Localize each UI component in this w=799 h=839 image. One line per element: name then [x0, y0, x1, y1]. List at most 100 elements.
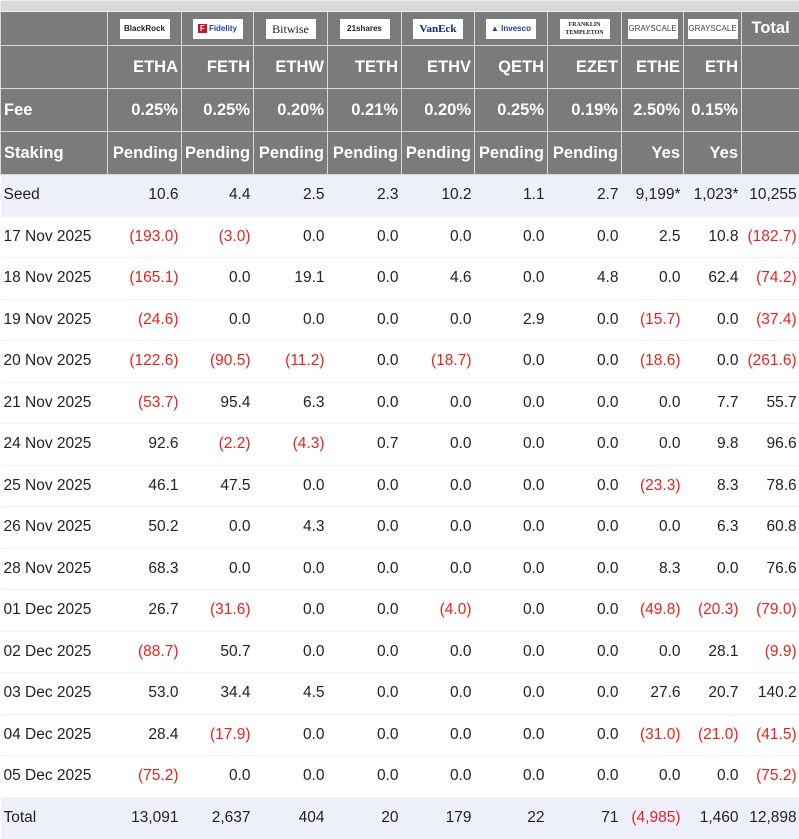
- flow-cell: 0.0: [328, 465, 402, 507]
- flow-cell: (23.3): [622, 465, 684, 507]
- total-header: Total: [742, 12, 799, 46]
- flow-cell: 0.0: [328, 382, 402, 424]
- flow-cell: 0.0: [622, 258, 684, 300]
- flow-cell: 6.3: [254, 382, 328, 424]
- flow-cell: 0.0: [684, 341, 742, 383]
- flow-cell: 2.5: [622, 216, 684, 258]
- table-row: 28 Nov 202568.30.00.00.00.00.00.08.30.07…: [1, 548, 799, 590]
- fee-cell: 0.20%: [254, 89, 328, 132]
- fee-cell: 0.25%: [475, 89, 548, 132]
- flow-cell: 9,199*: [622, 175, 684, 217]
- row-total-cell: (79.0): [742, 590, 799, 632]
- ticker-row: ETHAFETHETHWTETHETHVQETHEZETETHEETH: [1, 46, 799, 89]
- grayscale-logo: GRAYSCALE: [628, 19, 678, 39]
- total-header-blank: [742, 132, 799, 175]
- flow-cell: 46.1: [108, 465, 182, 507]
- flow-cell: (21.0): [684, 714, 742, 756]
- row-label: 24 Nov 2025: [1, 424, 108, 466]
- table-row: 24 Nov 202592.6(2.2)(4.3)0.70.00.00.00.0…: [1, 424, 799, 466]
- flow-cell: 28.4: [108, 714, 182, 756]
- flow-cell: 71: [548, 797, 622, 839]
- row-total-cell: 10,255: [742, 175, 799, 217]
- flow-cell: 2,637: [182, 797, 254, 839]
- row-label: 28 Nov 2025: [1, 548, 108, 590]
- row-label: 03 Dec 2025: [1, 673, 108, 715]
- fee-row: Fee0.25%0.25%0.20%0.21%0.20%0.25%0.19%2.…: [1, 89, 799, 132]
- row-label: 17 Nov 2025: [1, 216, 108, 258]
- flow-cell: 0.0: [402, 673, 475, 715]
- flow-cell: 404: [254, 797, 328, 839]
- flow-cell: 1,023*: [684, 175, 742, 217]
- flow-cell: (17.9): [182, 714, 254, 756]
- table-row: 04 Dec 202528.4(17.9)0.00.00.00.00.0(31.…: [1, 714, 799, 756]
- flow-cell: (31.6): [182, 590, 254, 632]
- row-label: 04 Dec 2025: [1, 714, 108, 756]
- row-label: 01 Dec 2025: [1, 590, 108, 632]
- flow-cell: (11.2): [254, 341, 328, 383]
- flow-cell: 0.0: [622, 631, 684, 673]
- flow-cell: 0.0: [622, 756, 684, 798]
- eth-etf-flows-table: BlackRock FFidelity Bitwise 21shares Van…: [0, 0, 799, 839]
- flow-cell: 2.9: [475, 299, 548, 341]
- flow-cell: 2.3: [328, 175, 402, 217]
- staking-row: StakingPendingPendingPendingPendingPendi…: [1, 132, 799, 175]
- flow-cell: 0.0: [548, 507, 622, 549]
- row-total-cell: 78.6: [742, 465, 799, 507]
- flow-cell: (165.1): [108, 258, 182, 300]
- flow-cell: 0.0: [475, 507, 548, 549]
- flow-cell: 1,460: [684, 797, 742, 839]
- flow-cell: 0.0: [475, 382, 548, 424]
- flow-cell: 0.0: [182, 507, 254, 549]
- row-total-cell: (41.5): [742, 714, 799, 756]
- flow-cell: 95.4: [182, 382, 254, 424]
- staking-label: Staking: [1, 132, 108, 175]
- flow-cell: 0.0: [548, 382, 622, 424]
- flow-cell: 50.2: [108, 507, 182, 549]
- flow-cell: 0.0: [402, 756, 475, 798]
- flow-cell: 0.0: [254, 590, 328, 632]
- flow-cell: 28.1: [684, 631, 742, 673]
- flow-cell: 0.0: [402, 424, 475, 466]
- flow-cell: 10.2: [402, 175, 475, 217]
- seed-row: Seed10.64.42.52.310.21.12.79,199*1,023*1…: [1, 175, 799, 217]
- flow-cell: 27.6: [622, 673, 684, 715]
- flow-cell: 0.0: [328, 756, 402, 798]
- flow-cell: 4.8: [548, 258, 622, 300]
- ticker-cell: ETHE: [622, 46, 684, 89]
- row-total-cell: 55.7: [742, 382, 799, 424]
- flow-cell: 0.0: [328, 216, 402, 258]
- fee-cell: 2.50%: [622, 89, 684, 132]
- fee-cell: 0.25%: [182, 89, 254, 132]
- flow-cell: 0.0: [684, 756, 742, 798]
- flow-cell: 2.5: [254, 175, 328, 217]
- flow-cell: 92.6: [108, 424, 182, 466]
- row-label: 02 Dec 2025: [1, 631, 108, 673]
- flow-cell: 0.0: [254, 548, 328, 590]
- flow-cell: 0.0: [402, 465, 475, 507]
- flow-cell: 50.7: [182, 631, 254, 673]
- flow-cell: 0.0: [684, 548, 742, 590]
- flow-cell: (31.0): [622, 714, 684, 756]
- row-label: Seed: [1, 175, 108, 217]
- issuer-logo-row: BlackRock FFidelity Bitwise 21shares Van…: [1, 12, 799, 46]
- table-row: 21 Nov 2025(53.7)95.46.30.00.00.00.00.07…: [1, 382, 799, 424]
- flow-cell: 13,091: [108, 797, 182, 839]
- row-label: 18 Nov 2025: [1, 258, 108, 300]
- flow-cell: 0.0: [684, 299, 742, 341]
- flow-cell: 0.0: [548, 631, 622, 673]
- flow-cell: (122.6): [108, 341, 182, 383]
- flow-cell: 4.5: [254, 673, 328, 715]
- row-label: 26 Nov 2025: [1, 507, 108, 549]
- flow-cell: 179: [402, 797, 475, 839]
- flow-cell: 0.0: [548, 756, 622, 798]
- blackrock-logo: BlackRock: [120, 19, 170, 39]
- staking-cell: Pending: [475, 132, 548, 175]
- flow-cell: 0.0: [254, 465, 328, 507]
- flow-cell: 0.0: [475, 424, 548, 466]
- row-label: 20 Nov 2025: [1, 341, 108, 383]
- flow-cell: 0.0: [622, 507, 684, 549]
- flow-cell: 10.6: [108, 175, 182, 217]
- flow-cell: 0.0: [548, 341, 622, 383]
- flow-cell: 0.0: [328, 258, 402, 300]
- flow-cell: 53.0: [108, 673, 182, 715]
